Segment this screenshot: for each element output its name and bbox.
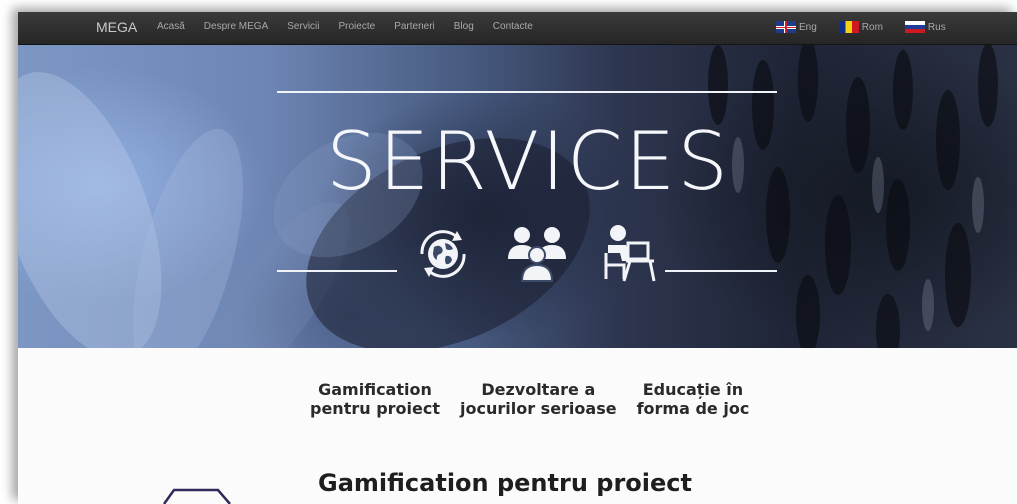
- top-navbar: MEGA Acasă Despre MEGA Servicii Proiecte…: [18, 12, 1017, 45]
- romania-flag-icon: [838, 21, 859, 33]
- lang-eng-label: Eng: [799, 21, 817, 33]
- tab-serious-games[interactable]: Dezvoltare a jocurilor serioase: [460, 380, 617, 418]
- uk-flag-icon: [776, 21, 796, 33]
- hero-banner: SERVICES: [18, 45, 1017, 348]
- nav-link-despre[interactable]: Despre MEGA: [204, 21, 268, 32]
- hexagon-icon: [162, 488, 231, 504]
- person-at-desk-icon: [604, 225, 656, 282]
- brand-logo-link[interactable]: MEGA: [96, 19, 137, 35]
- lang-rus-link[interactable]: Rus: [904, 21, 946, 33]
- group-people-icon: [508, 227, 566, 282]
- lang-rom-link[interactable]: Rom: [838, 21, 883, 33]
- lang-rus-label: Rus: [927, 21, 946, 33]
- section-title: Gamification pentru proiect: [318, 469, 692, 497]
- hero-top-divider: [277, 91, 777, 93]
- tab-gamification-line2: pentru proiect: [310, 399, 440, 418]
- tab-game-education-line1: Educație în: [642, 380, 744, 399]
- nav-menu: Acasă Despre MEGA Servicii Proiecte Part…: [157, 21, 552, 32]
- lang-rom-label: Rom: [861, 21, 883, 33]
- tab-serious-games-line1: Dezvoltare a: [481, 380, 596, 399]
- tab-game-education-line2: forma de joc: [636, 399, 750, 418]
- hero-left-divider: [277, 270, 397, 272]
- russia-flag-icon: [904, 21, 925, 33]
- language-switcher: Eng Rom Rus: [776, 21, 968, 33]
- tab-gamification[interactable]: Gamification pentru proiect: [310, 380, 440, 418]
- service-tabs: Gamification pentru proiect Dezvoltare a…: [310, 380, 769, 418]
- globe-refresh-icon: [420, 230, 466, 278]
- hero-title: SERVICES: [325, 115, 731, 208]
- nav-link-servicii[interactable]: Servicii: [287, 21, 319, 32]
- nav-link-acasa[interactable]: Acasă: [157, 21, 185, 32]
- hero-icons-row: [412, 223, 690, 285]
- lang-eng-link[interactable]: Eng: [776, 21, 817, 33]
- tab-serious-games-line2: jocurilor serioase: [460, 399, 617, 418]
- nav-link-contacte[interactable]: Contacte: [493, 21, 533, 32]
- nav-link-parteneri[interactable]: Parteneri: [394, 21, 435, 32]
- nav-link-proiecte[interactable]: Proiecte: [339, 21, 376, 32]
- tab-game-education[interactable]: Educație în forma de joc: [637, 380, 750, 418]
- nav-link-blog[interactable]: Blog: [454, 21, 474, 32]
- tab-gamification-line1: Gamification: [318, 380, 432, 399]
- browser-page: MEGA Acasă Despre MEGA Servicii Proiecte…: [18, 12, 1017, 504]
